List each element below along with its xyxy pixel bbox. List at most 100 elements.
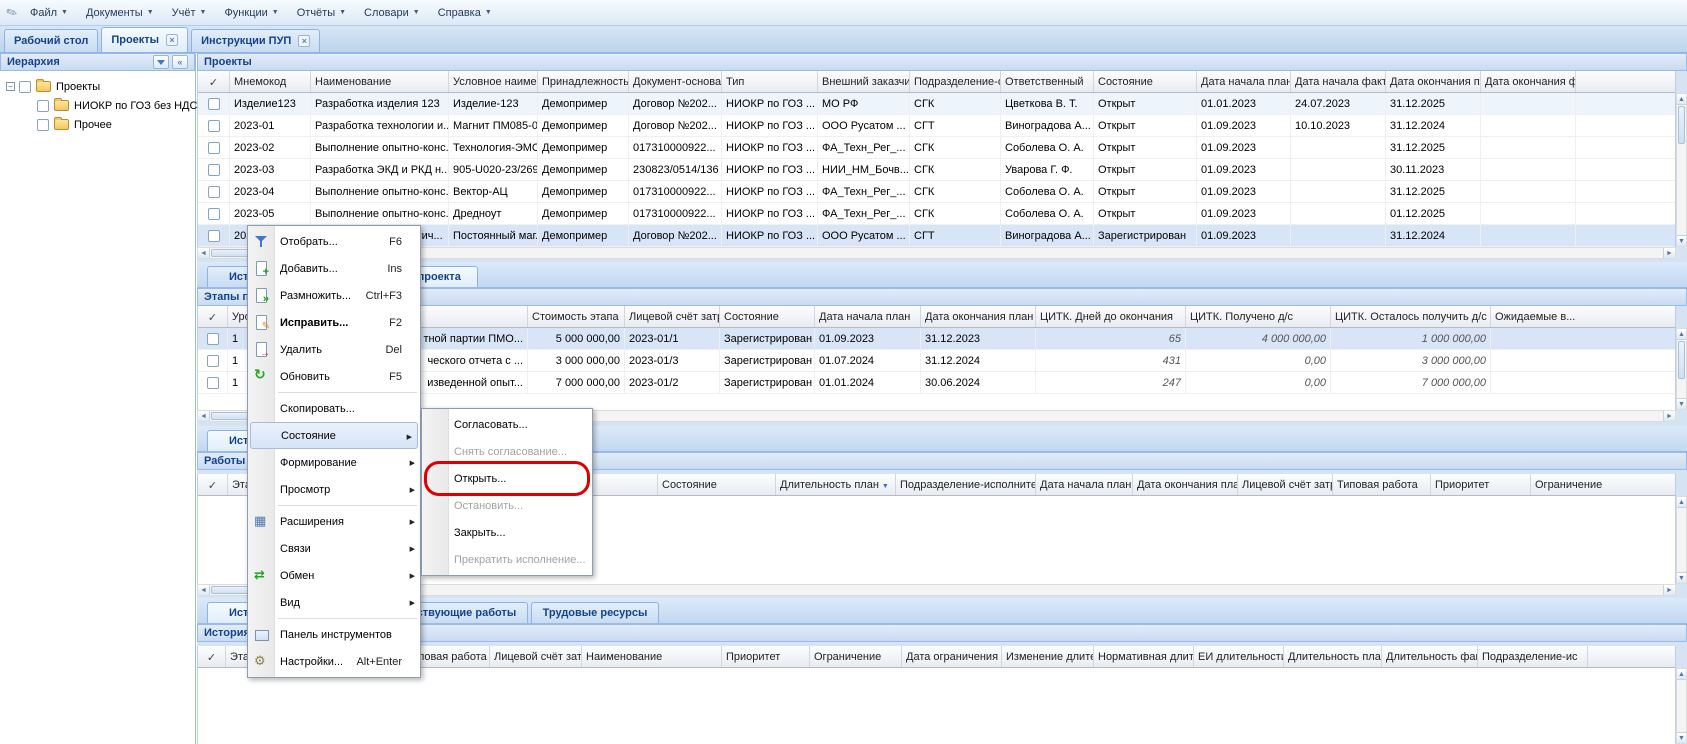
scroll-left-icon[interactable]: ◄ xyxy=(198,411,210,421)
scroll-up-icon[interactable]: ▲ xyxy=(1677,329,1686,340)
menubar-item[interactable]: Словари▼ xyxy=(355,3,429,23)
scroll-thumb[interactable] xyxy=(1678,341,1685,379)
menubar-item[interactable]: Учёт▼ xyxy=(163,3,216,23)
column-header[interactable]: Типовая работа xyxy=(1333,474,1431,496)
menu-item[interactable]: Формирование▶ xyxy=(248,449,420,476)
scroll-right-icon[interactable]: ► xyxy=(1663,248,1675,258)
column-header[interactable]: Дата начала факт xyxy=(1291,71,1386,93)
table-row[interactable]: Изделие123Разработка изделия 123Изделие-… xyxy=(198,93,1675,115)
column-header[interactable]: Длительность фак xyxy=(1382,646,1478,668)
menu-item[interactable]: Добавить...Ins xyxy=(248,255,420,282)
column-header[interactable]: Приоритет xyxy=(722,646,810,668)
main-tab[interactable]: Инструкции ПУП× xyxy=(191,29,320,52)
scroll-right-icon[interactable]: ► xyxy=(1663,585,1675,595)
menu-item[interactable]: ОбновитьF5 xyxy=(248,363,420,390)
menu-item[interactable]: Размножить...Ctrl+F3 xyxy=(248,282,420,309)
table-row[interactable]: 2023-04Выполнение опытно-конс...Вектор-А… xyxy=(198,181,1675,203)
row-checkbox[interactable] xyxy=(208,186,220,198)
column-header[interactable]: Нормативная длит xyxy=(1094,646,1194,668)
menu-item[interactable]: Обмен▶ xyxy=(248,562,420,589)
menu-item[interactable]: Расширения▶ xyxy=(248,508,420,535)
column-header[interactable]: Длительность пла xyxy=(1284,646,1382,668)
tree-checkbox[interactable] xyxy=(37,119,49,131)
column-header[interactable]: Дата начала план. xyxy=(1197,71,1291,93)
filter-icon[interactable] xyxy=(153,55,169,69)
column-header[interactable] xyxy=(1576,71,1675,93)
column-header[interactable]: Подразделение-исполнитель.. xyxy=(896,474,1036,496)
column-header[interactable]: ЕИ длительности xyxy=(1194,646,1284,668)
menubar-item[interactable]: Отчёты▼ xyxy=(288,3,355,23)
column-header[interactable]: Дата начала план xyxy=(815,306,921,328)
table-row[interactable]: 2023-02Выполнение опытно-конс...Технолог… xyxy=(198,137,1675,159)
row-checkbox[interactable] xyxy=(208,120,220,132)
row-checkbox[interactable] xyxy=(207,355,219,367)
stages-vscrollbar[interactable]: ▲ ▼ xyxy=(1676,328,1687,410)
tree-expander-icon[interactable]: − xyxy=(6,82,15,91)
column-header[interactable]: Дата окончания ф xyxy=(1481,71,1576,93)
column-header[interactable]: ЦИТК. Осталось получить д/с xyxy=(1331,306,1491,328)
scroll-right-icon[interactable]: ► xyxy=(1663,411,1675,421)
column-header[interactable]: Изменение длител xyxy=(1002,646,1094,668)
row-checkbox[interactable] xyxy=(208,142,220,154)
row-checkbox[interactable] xyxy=(207,377,219,389)
column-header[interactable]: Наименование xyxy=(582,646,722,668)
column-header[interactable]: Принадлежность xyxy=(538,71,629,93)
menu-item[interactable]: Закрыть... xyxy=(422,519,592,546)
column-header[interactable]: Ограничение xyxy=(810,646,902,668)
column-header[interactable]: Наименование xyxy=(311,71,449,93)
column-header[interactable]: Дата окончания план xyxy=(921,306,1036,328)
collapse-panel-icon[interactable]: « xyxy=(172,55,188,69)
column-header[interactable]: Ожидаемые в... xyxy=(1491,306,1675,328)
menu-item[interactable]: Скопировать... xyxy=(248,395,420,422)
column-header[interactable]: Ответственный xyxy=(1001,71,1094,93)
scroll-down-icon[interactable]: ▼ xyxy=(1677,572,1686,583)
scroll-down-icon[interactable]: ▼ xyxy=(1677,398,1686,409)
table-row[interactable]: 2023-01Разработка технологии и...Магнит … xyxy=(198,115,1675,137)
tree-item[interactable]: Прочее xyxy=(0,115,195,134)
close-icon[interactable]: × xyxy=(166,34,178,46)
column-header[interactable]: Документ-основан xyxy=(629,71,722,93)
column-header[interactable]: Длительность план▼ xyxy=(776,474,896,496)
close-icon[interactable]: × xyxy=(298,35,310,47)
column-header[interactable]: Состояние xyxy=(1094,71,1197,93)
menu-item[interactable]: Вид▶ xyxy=(248,589,420,616)
bottom-vscrollbar[interactable]: ▲ ▼ xyxy=(1676,668,1687,744)
column-header[interactable]: Состояние xyxy=(720,306,815,328)
menu-item[interactable]: Прекратить исполнение... xyxy=(422,546,592,573)
menu-item[interactable]: Согласовать... xyxy=(422,411,592,438)
row-checkbox[interactable] xyxy=(207,333,219,345)
scroll-left-icon[interactable]: ◄ xyxy=(198,248,210,258)
column-header[interactable]: Стоимость этапа xyxy=(528,306,625,328)
menu-item[interactable]: Отобрать...F6 xyxy=(248,228,420,255)
column-header[interactable]: ✓ xyxy=(198,474,228,496)
table-row[interactable]: 2023-03Разработка ЭКД и РКД н...905-U020… xyxy=(198,159,1675,181)
column-header[interactable]: Дата начала план. xyxy=(1036,474,1133,496)
scroll-thumb[interactable] xyxy=(1678,106,1685,144)
scroll-down-icon[interactable]: ▼ xyxy=(1677,732,1686,743)
column-header[interactable]: ✓ xyxy=(198,646,226,668)
menubar-item[interactable]: Справка▼ xyxy=(429,3,501,23)
column-header[interactable] xyxy=(1588,646,1675,668)
menu-item[interactable]: Остановить... xyxy=(422,492,592,519)
tree-checkbox[interactable] xyxy=(37,100,49,112)
column-header[interactable]: Мнемокод xyxy=(230,71,311,93)
column-header[interactable]: Внешний заказчик xyxy=(818,71,910,93)
tree-item[interactable]: НИОКР по ГОЗ без НДС xyxy=(0,96,195,115)
section-tab[interactable]: Трудовые ресурсы xyxy=(531,602,659,623)
menu-item[interactable]: Просмотр▶ xyxy=(248,476,420,503)
row-checkbox[interactable] xyxy=(208,208,220,220)
tree-item[interactable]: −Проекты xyxy=(0,77,195,96)
scroll-up-icon[interactable]: ▲ xyxy=(1677,94,1686,105)
menu-item[interactable]: Состояние▶ xyxy=(250,422,418,449)
column-header[interactable]: ЦИТК. Получено д/с xyxy=(1186,306,1331,328)
scroll-left-icon[interactable]: ◄ xyxy=(198,585,210,595)
main-tab[interactable]: Рабочий стол xyxy=(4,29,98,52)
menubar-item[interactable]: Файл▼ xyxy=(21,3,77,23)
works-vscrollbar[interactable]: ▲ ▼ xyxy=(1676,496,1687,584)
column-header[interactable]: Лицевой счёт затр xyxy=(490,646,582,668)
menu-item[interactable]: Снять согласование... xyxy=(422,438,592,465)
column-header[interactable]: Лицевой счёт затрат xyxy=(625,306,720,328)
column-header[interactable]: Ограничение xyxy=(1531,474,1675,496)
menu-item[interactable]: Настройки...Alt+Enter xyxy=(248,648,420,675)
row-checkbox[interactable] xyxy=(208,98,220,110)
